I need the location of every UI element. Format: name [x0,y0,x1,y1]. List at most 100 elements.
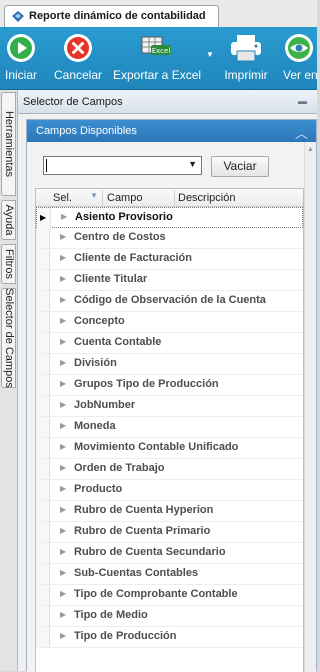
expand-icon[interactable]: ▶ [60,631,66,640]
imprimir-label: Imprimir [224,68,268,82]
expand-icon[interactable]: ▶ [60,484,66,493]
field-name: Sub-Cuentas Contables [74,567,199,579]
expand-icon[interactable]: ▶ [60,505,66,514]
chevron-down-icon: ▼ [206,50,214,59]
expand-icon[interactable]: ▶ [60,379,66,388]
campos-disponibles-group: Campos Disponibles ︿ ▼ Vaciar Sel. ▼ Cam… [26,119,317,672]
field-name: Grupos Tipo de Producción [74,378,219,390]
grid-row[interactable]: ▶ JobNumber [36,396,303,417]
grid-row[interactable]: ▶ Cliente de Facturación [36,249,303,270]
grid-row[interactable]: ▶ Moneda [36,417,303,438]
tab-ayuda[interactable]: Ayuda [1,200,16,240]
expand-icon[interactable]: ▶ [60,274,66,283]
grid-row[interactable]: ▶ Movimiento Contable Unificado [36,438,303,459]
pin-icon[interactable]: ▬ [298,96,307,106]
scroll-up-icon[interactable]: ▲ [307,146,314,153]
grid-row[interactable]: ▶ Código de Observación de la Cuenta [36,291,303,312]
expand-icon[interactable]: ▶ [60,442,66,451]
grid-row[interactable]: ▶ Centro de Costos [36,228,303,249]
play-icon [7,34,35,62]
expand-icon[interactable]: ▶ [60,610,66,619]
tab-selector-de-campos[interactable]: Selector de Campos [1,288,16,388]
grid-row[interactable]: ▶ Producto [36,480,303,501]
grid-row[interactable]: ▶ Grupos Tipo de Producción [36,375,303,396]
grid-row[interactable]: ▶ Cliente Titular [36,270,303,291]
expand-icon[interactable]: ▶ [60,295,66,304]
grid-row[interactable]: ▶ Tipo de Comprobante Contable [36,585,303,606]
selector-de-campos-panel: Selector de Campos ▬ Campos Disponibles … [18,90,317,672]
row-indicator [36,291,50,311]
grid-row[interactable]: ▶ ▶ Asiento Provisorio [36,207,303,228]
field-name: Cliente Titular [74,273,148,285]
field-name: Rubro de Cuenta Secundario [74,546,226,558]
grid-row[interactable]: ▶ Cuenta Contable [36,333,303,354]
expand-icon[interactable]: ▶ [60,337,66,346]
row-indicator [36,375,50,395]
report-tab-title: Reporte dinámico de contabilidad [29,10,206,22]
chevron-up-icon[interactable]: ︿ [295,123,308,142]
text-caret [46,159,47,172]
chevron-down-icon[interactable]: ▼ [188,159,197,169]
grid-row[interactable]: ▶ Orden de Trabajo [36,459,303,480]
expand-icon[interactable]: ▶ [60,358,66,367]
expand-icon[interactable]: ▶ [60,463,66,472]
side-tab-strip: Herramientas Ayuda Filtros Selector de C… [0,90,18,671]
column-descripcion[interactable]: Descripción [178,192,235,204]
cancelar-button[interactable]: Cancelar [52,27,104,89]
expand-icon[interactable]: ▶ [60,316,66,325]
row-indicator [36,606,50,626]
column-campo[interactable]: Campo [107,192,142,204]
expand-icon[interactable]: ▶ [60,232,66,241]
grid-row[interactable]: ▶ Sub-Cuentas Contables [36,564,303,585]
grid-row[interactable]: ▶ Concepto [36,312,303,333]
grid-row[interactable]: ▶ Rubro de Cuenta Secundario [36,543,303,564]
expand-icon[interactable]: ▶ [60,589,66,598]
expand-icon[interactable]: ▶ [61,212,67,221]
cancelar-label: Cancelar [53,68,103,82]
grid-row[interactable]: ▶ Rubro de Cuenta Primario [36,522,303,543]
report-tab[interactable]: Reporte dinámico de contabilidad [4,5,219,27]
row-indicator [36,270,50,290]
field-name: Tipo de Comprobante Contable [74,588,238,600]
field-filter-combo[interactable]: ▼ [43,156,202,175]
vertical-scrollbar[interactable]: ▲ [304,142,316,672]
grid-row[interactable]: ▶ Tipo de Producción [36,627,303,648]
tab-filtros[interactable]: Filtros [1,244,16,284]
imprimir-button[interactable]: Imprimir [219,27,273,89]
field-name: Concepto [74,315,125,327]
row-indicator [36,228,50,248]
expand-icon[interactable]: ▶ [60,547,66,556]
row-indicator [36,249,50,269]
row-indicator [36,312,50,332]
filter-icon[interactable]: ▼ [90,191,98,200]
grid-row[interactable]: ▶ Tipo de Medio [36,606,303,627]
expand-icon[interactable]: ▶ [60,421,66,430]
exportar-dropdown[interactable]: ▼ [203,27,215,89]
expand-icon[interactable]: ▶ [60,568,66,577]
expand-icon[interactable]: ▶ [60,400,66,409]
row-indicator [36,438,50,458]
vaciar-button[interactable]: Vaciar [211,156,269,177]
tab-herramientas[interactable]: Herramientas [1,92,16,196]
expand-icon[interactable]: ▶ [60,526,66,535]
row-indicator [36,627,50,647]
group-header[interactable]: Campos Disponibles ︿ [27,120,316,142]
main-toolbar: Iniciar Cancelar Excel Exportar a Excel … [0,27,318,90]
excel-badge: Excel [152,47,171,55]
field-name: Producto [74,483,123,495]
expand-icon[interactable]: ▶ [60,253,66,262]
field-name: Cliente de Facturación [74,252,192,264]
column-sel[interactable]: Sel. [53,192,72,204]
current-row-icon: ▶ [40,213,47,222]
ver-en-button[interactable]: Ver en [281,27,318,89]
row-indicator [36,522,50,542]
exportar-excel-button[interactable]: Excel Exportar a Excel [113,27,202,89]
iniciar-button[interactable]: Iniciar [0,27,42,89]
exportar-label: Exportar a Excel [113,68,202,82]
grid-row[interactable]: ▶ División [36,354,303,375]
printer-icon [231,35,261,62]
ver-en-label: Ver en [283,68,318,82]
grid-row[interactable]: ▶ Rubro de Cuenta Hyperion [36,501,303,522]
row-indicator [36,396,50,416]
group-content: ▼ Vaciar Sel. ▼ Campo Descripción ▶ ▶ Asie… [27,142,316,672]
